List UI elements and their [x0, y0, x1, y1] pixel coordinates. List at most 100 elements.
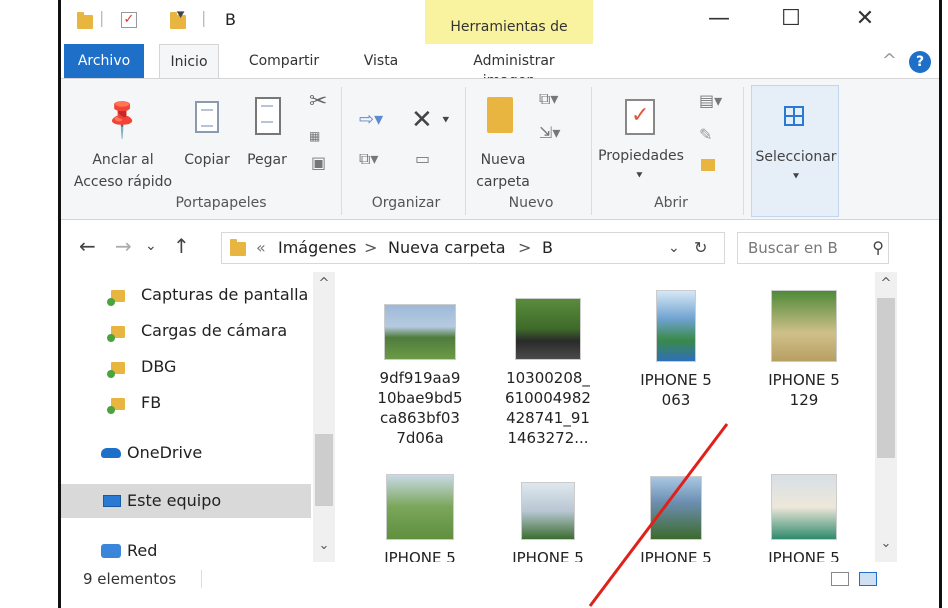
file-list-scrollbar[interactable]: ^ ⌄	[875, 272, 897, 562]
file-name-line: 10300208_	[506, 369, 590, 387]
file-item[interactable]: IPHONE 5	[361, 474, 479, 562]
select-grid-icon	[784, 106, 804, 126]
scroll-down-icon[interactable]: ⌄	[875, 536, 897, 551]
select-dropdown-icon: ⯆	[791, 170, 801, 183]
tab-manage[interactable]: Administrar	[459, 44, 569, 78]
toolbar-divider: |	[201, 8, 207, 27]
nav-item-this-pc[interactable]: Este equipo	[61, 484, 311, 518]
file-item[interactable]: IPHONE 5 129	[745, 290, 863, 410]
ribbon-home: 📌 Anclar al Acceso rápido Copiar Pegar ✂…	[61, 78, 939, 220]
back-arrow-icon[interactable]: ←	[79, 234, 96, 258]
item-count: 9 elementos	[83, 570, 177, 588]
status-divider	[201, 570, 202, 588]
nav-item-fb[interactable]: FB	[61, 386, 311, 420]
refresh-icon[interactable]: ↻	[694, 233, 707, 263]
history-icon[interactable]	[701, 159, 715, 171]
file-item[interactable]: 10300208_ 610004982 428741_91 1463272...	[489, 290, 607, 448]
image-thumbnail	[771, 290, 837, 362]
network-icon	[101, 544, 121, 558]
up-arrow-icon[interactable]: ↑	[173, 234, 190, 258]
nav-item-label: Red	[127, 541, 158, 560]
pin-quick-access-button[interactable]: Anclar al Acceso rápido	[65, 149, 181, 193]
scrollbar-thumb[interactable]	[877, 298, 895, 458]
copy-button[interactable]: Copiar	[181, 149, 233, 171]
cut-icon[interactable]: ✂	[309, 89, 327, 114]
close-button[interactable]: ✕	[845, 6, 885, 31]
new-folder-label-line2: carpeta	[476, 174, 530, 190]
move-to-icon[interactable]: ⇨▾	[359, 109, 383, 130]
file-explorer-window: | ✓ ⯆ | B Herramientas de imagen — ☐ ✕ A…	[58, 0, 942, 608]
scroll-down-icon[interactable]: ⌄	[313, 538, 335, 553]
nav-item-onedrive[interactable]: OneDrive	[61, 436, 311, 470]
file-item[interactable]: 9df919aa9 10bae9bd5 ca863bf03 7d06a	[361, 290, 479, 448]
copy-icon	[195, 101, 219, 133]
file-item[interactable]: IPHONE 5	[489, 474, 607, 562]
scroll-up-icon[interactable]: ^	[875, 276, 897, 291]
select-button[interactable]: Seleccionar ⯆	[751, 85, 839, 217]
breadcrumb-b[interactable]: B	[542, 233, 553, 263]
open-icon[interactable]: ▤▾	[699, 91, 722, 110]
file-item[interactable]: IPHONE 5 063	[617, 290, 735, 410]
tab-share[interactable]: Compartir	[239, 44, 329, 78]
copy-path-icon[interactable]: ▦	[309, 129, 320, 143]
file-name-line: IPHONE 5	[512, 549, 584, 562]
file-name-line: IPHONE 5	[640, 549, 712, 562]
scroll-up-icon[interactable]: ^	[313, 276, 335, 291]
nav-item-dbg[interactable]: DBG	[61, 350, 311, 384]
edit-icon[interactable]: ✎	[699, 125, 712, 144]
details-view-icon[interactable]	[831, 572, 849, 586]
folder-icon	[107, 362, 125, 378]
search-icon[interactable]: ⚲	[872, 233, 884, 263]
delete-icon[interactable]: ✕	[411, 105, 433, 135]
large-icons-view-icon[interactable]	[859, 572, 877, 586]
delete-dropdown-icon[interactable]: ⯆	[441, 113, 451, 128]
properties-button[interactable]: Propiedades	[593, 145, 689, 167]
cloud-icon	[101, 448, 121, 458]
nav-pane-scrollbar[interactable]: ^ ⌄	[313, 272, 335, 562]
collapse-ribbon-icon[interactable]: ^	[882, 50, 897, 71]
file-item[interactable]: IPHONE 5	[617, 474, 735, 562]
rename-icon[interactable]: ▭	[415, 149, 430, 168]
folder-icon	[107, 326, 125, 342]
address-bar[interactable]: « Imágenes > Nueva carpeta > B ⌄ ↻	[221, 232, 725, 264]
new-item-icon[interactable]: ⧉▾	[539, 89, 558, 109]
properties-quick-icon[interactable]: ✓	[121, 12, 137, 28]
group-label-organize: Organizar	[371, 195, 441, 211]
properties-icon	[625, 99, 655, 135]
tab-home[interactable]: Inicio	[159, 44, 219, 78]
breadcrumb-overflow[interactable]: «	[256, 233, 266, 263]
help-icon[interactable]: ?	[909, 51, 931, 73]
easy-access-icon[interactable]: ⇲▾	[539, 123, 560, 142]
group-label-open: Abrir	[654, 195, 688, 211]
search-input[interactable]: Buscar en B	[748, 239, 838, 257]
scrollbar-thumb[interactable]	[315, 434, 333, 506]
tab-file[interactable]: Archivo	[64, 44, 144, 78]
folder-icon	[77, 12, 93, 29]
ribbon-separator	[591, 87, 592, 215]
nav-item-screenshots[interactable]: Capturas de pantalla	[61, 278, 311, 312]
search-box[interactable]: Buscar en B ⚲	[737, 232, 889, 264]
ribbon-separator	[341, 87, 342, 215]
new-folder-button[interactable]: Nueva carpeta	[465, 149, 541, 193]
forward-arrow-icon[interactable]: →	[115, 234, 132, 258]
nav-item-network[interactable]: Red	[61, 534, 311, 568]
new-folder-icon	[487, 97, 513, 133]
maximize-button[interactable]: ☐	[771, 6, 811, 31]
paste-shortcut-icon[interactable]: ▣	[311, 153, 326, 172]
address-dropdown-icon[interactable]: ⌄	[668, 233, 680, 263]
properties-dropdown-icon[interactable]: ⯆	[635, 169, 644, 183]
nav-item-label: Este equipo	[127, 491, 222, 510]
new-folder-label-line1: Nueva	[480, 152, 526, 168]
recent-locations-chevron-icon[interactable]: ⌄	[145, 238, 157, 254]
breadcrumb-new-folder[interactable]: Nueva carpeta	[388, 233, 506, 263]
nav-item-camera-uploads[interactable]: Cargas de cámara	[61, 314, 311, 348]
minimize-button[interactable]: —	[699, 6, 739, 31]
nav-item-label: FB	[141, 393, 162, 412]
copy-to-icon[interactable]: ⧉▾	[359, 149, 378, 169]
nav-item-label: OneDrive	[127, 443, 203, 462]
paste-button[interactable]: Pegar	[241, 149, 293, 171]
file-item[interactable]: IPHONE 5	[745, 474, 863, 562]
customize-quick-access-icon[interactable]: ⯆	[175, 8, 186, 24]
breadcrumb-images[interactable]: Imágenes	[278, 233, 356, 263]
tab-view[interactable]: Vista	[353, 44, 409, 78]
